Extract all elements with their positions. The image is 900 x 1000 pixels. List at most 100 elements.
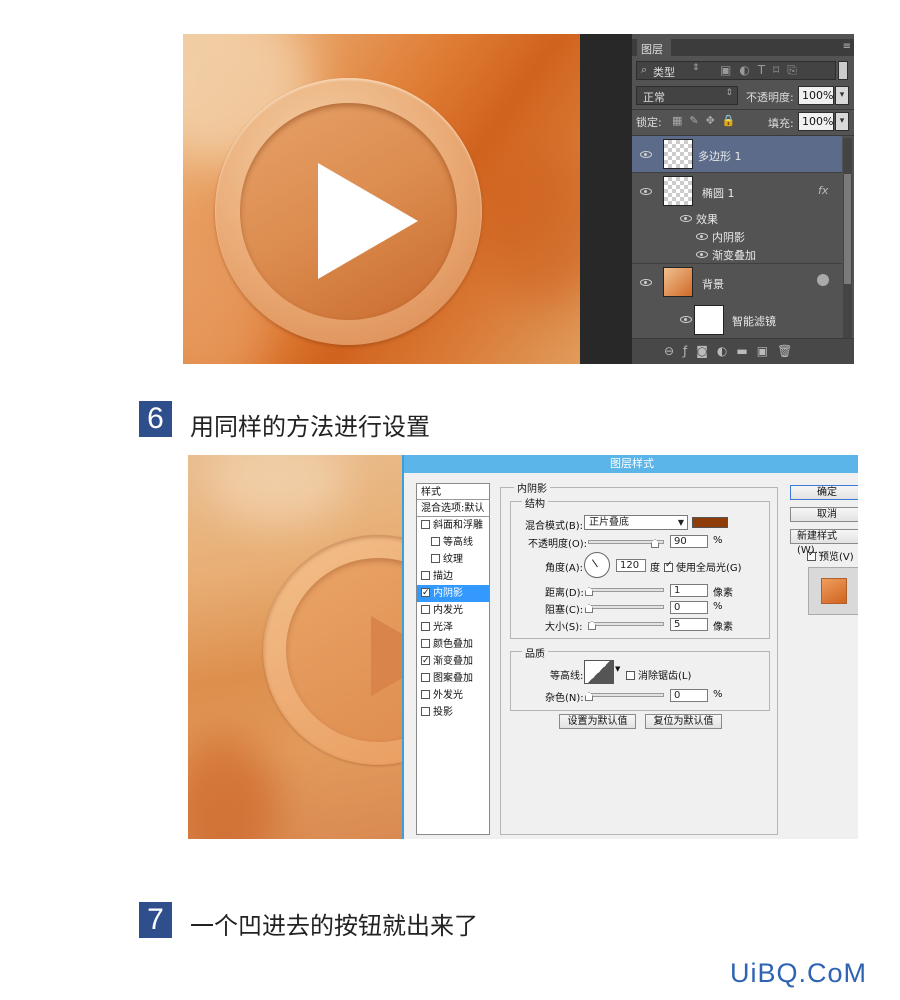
blend-mode-value: 正片叠底 <box>589 517 629 528</box>
style-item-pattern-overlay[interactable]: 图案叠加 <box>417 670 489 687</box>
eye-icon[interactable] <box>696 251 708 258</box>
checkbox[interactable] <box>807 549 816 561</box>
step-7-text: 一个凹进去的按钮就出来了 <box>190 912 478 940</box>
style-label: 内阴影 <box>433 588 463 599</box>
checkbox[interactable] <box>421 639 430 648</box>
tab-layers[interactable]: 图层 <box>637 39 671 56</box>
style-item-satin[interactable]: 光泽 <box>417 619 489 636</box>
size-slider[interactable] <box>588 622 664 626</box>
photoshop-screenshot-1: 图层 ≡ ⌕ 类型 ⇕ ▣◐T⌑⎘ 正常 ⇕ 不透明度: 100% ▾ 锁定: … <box>183 34 854 364</box>
lock-icons[interactable]: ▦✎✥🔒 <box>672 114 743 127</box>
blend-mode-select[interactable]: 正片叠底 ▼ <box>584 515 688 530</box>
angle-input[interactable]: 120 <box>616 559 646 572</box>
panel-menu-icon[interactable]: ≡ <box>843 41 851 52</box>
fill-input[interactable]: 100% <box>798 112 834 131</box>
opacity-input[interactable]: 100% <box>798 86 834 105</box>
checkbox[interactable] <box>421 585 430 602</box>
step-6-number: 6 <box>139 401 172 437</box>
blend-mode-label: 混合模式(B): <box>525 521 584 532</box>
eye-icon[interactable] <box>696 233 708 240</box>
checkbox[interactable] <box>664 560 673 572</box>
chevron-down-icon[interactable]: ▼ <box>615 665 620 673</box>
checkbox[interactable] <box>421 571 430 580</box>
smart-filter-row[interactable]: 智能滤镜 <box>632 302 842 338</box>
eye-icon[interactable] <box>640 188 652 195</box>
angle-dial[interactable] <box>584 552 610 578</box>
checkbox[interactable] <box>421 653 430 670</box>
antialias-label: 消除锯齿(L) <box>638 671 692 682</box>
layer-name: 椭圆 1 <box>702 187 735 200</box>
eye-icon[interactable] <box>640 279 652 286</box>
style-label: 描边 <box>433 571 453 582</box>
style-item-color-overlay[interactable]: 颜色叠加 <box>417 636 489 653</box>
style-item-outer-glow[interactable]: 外发光 <box>417 687 489 704</box>
style-item-texture[interactable]: 纹理 <box>417 551 489 568</box>
distance-slider[interactable] <box>588 588 664 592</box>
style-item-inner-glow[interactable]: 内发光 <box>417 602 489 619</box>
checkbox[interactable] <box>421 622 430 631</box>
px-label: 像素 <box>713 588 733 599</box>
fx-icon[interactable]: fx <box>818 184 828 197</box>
effects-row[interactable]: 效果 <box>632 209 842 227</box>
ok-button[interactable]: 确定 <box>790 485 858 500</box>
size-input[interactable]: 5 <box>670 618 708 631</box>
global-light-label: 使用全局光(G) <box>676 563 742 574</box>
choke-slider[interactable] <box>588 605 664 609</box>
fill-dropdown-icon[interactable]: ▾ <box>835 112 849 131</box>
style-item-bevel[interactable]: 斜面和浮雕 <box>417 517 489 534</box>
blend-mode-value: 正常 <box>643 91 665 104</box>
percent-label: % <box>713 535 723 546</box>
site-watermark: UiBQ.CoM <box>730 958 868 988</box>
contour-picker[interactable] <box>584 660 614 684</box>
checkbox[interactable] <box>421 520 430 529</box>
style-item-drop-shadow[interactable]: 投影 <box>417 704 489 721</box>
reset-default-button[interactable]: 复位为默认值 <box>645 714 722 729</box>
preview-option[interactable]: 预览(V) <box>807 548 854 563</box>
effect-row-inner-shadow[interactable]: 内阴影 <box>632 227 842 245</box>
checkbox[interactable] <box>421 673 430 682</box>
layer-row-ellipse[interactable]: 椭圆 1 fx <box>632 173 842 210</box>
style-item-inner-shadow[interactable]: 内阴影 <box>417 585 489 602</box>
smart-object-icon <box>817 274 829 286</box>
effect-row-gradient-overlay[interactable]: 渐变叠加 <box>632 245 842 264</box>
style-item-blending-options[interactable]: 混合选项:默认 <box>417 500 489 517</box>
scrollbar-thumb[interactable] <box>844 174 851 284</box>
noise-input[interactable]: 0 <box>670 689 708 702</box>
layer-row-background[interactable]: 背景 <box>632 264 842 302</box>
filter-icons[interactable]: ▣◐T⌑⎘ <box>720 63 805 78</box>
layer-name: 智能滤镜 <box>732 315 776 328</box>
style-item-gradient-overlay[interactable]: 渐变叠加 <box>417 653 489 670</box>
new-style-button[interactable]: 新建样式(W)... <box>790 529 858 556</box>
noise-slider[interactable] <box>588 693 664 697</box>
eye-icon[interactable] <box>640 151 652 158</box>
global-light-option[interactable]: 使用全局光(G) <box>664 559 742 574</box>
checkbox[interactable] <box>421 707 430 716</box>
layer-row-polygon[interactable]: 多边形 1 <box>632 136 842 173</box>
checkbox[interactable] <box>626 671 635 680</box>
layer-name: 背景 <box>702 278 724 291</box>
play-triangle-icon <box>318 163 418 279</box>
play-triangle-icon <box>371 616 402 696</box>
style-item-stroke[interactable]: 描边 <box>417 568 489 585</box>
antialias-option[interactable]: 消除锯齿(L) <box>626 667 691 682</box>
style-item-contour[interactable]: 等高线 <box>417 534 489 551</box>
contour-label: 等高线: <box>550 671 584 682</box>
step-7-number: 7 <box>139 902 172 938</box>
layers-bottom-toolbar[interactable]: ⊖ƒ◙◐▬▣🗑 <box>632 338 854 364</box>
eye-icon[interactable] <box>680 215 692 222</box>
choke-input[interactable]: 0 <box>670 601 708 614</box>
filter-toggle[interactable] <box>838 61 848 80</box>
blend-mode-select[interactable]: 正常 ⇕ <box>636 86 738 105</box>
shadow-color-swatch[interactable] <box>692 517 728 528</box>
distance-input[interactable]: 1 <box>670 584 708 597</box>
checkbox[interactable] <box>421 605 430 614</box>
opacity-input[interactable]: 90 <box>670 535 708 548</box>
checkbox[interactable] <box>431 537 440 546</box>
make-default-button[interactable]: 设置为默认值 <box>559 714 636 729</box>
opacity-dropdown-icon[interactable]: ▾ <box>835 86 849 105</box>
cancel-button[interactable]: 取消 <box>790 507 858 522</box>
checkbox[interactable] <box>431 554 440 563</box>
checkbox[interactable] <box>421 690 430 699</box>
eye-icon[interactable] <box>680 316 692 323</box>
play-button-ring <box>215 78 482 345</box>
